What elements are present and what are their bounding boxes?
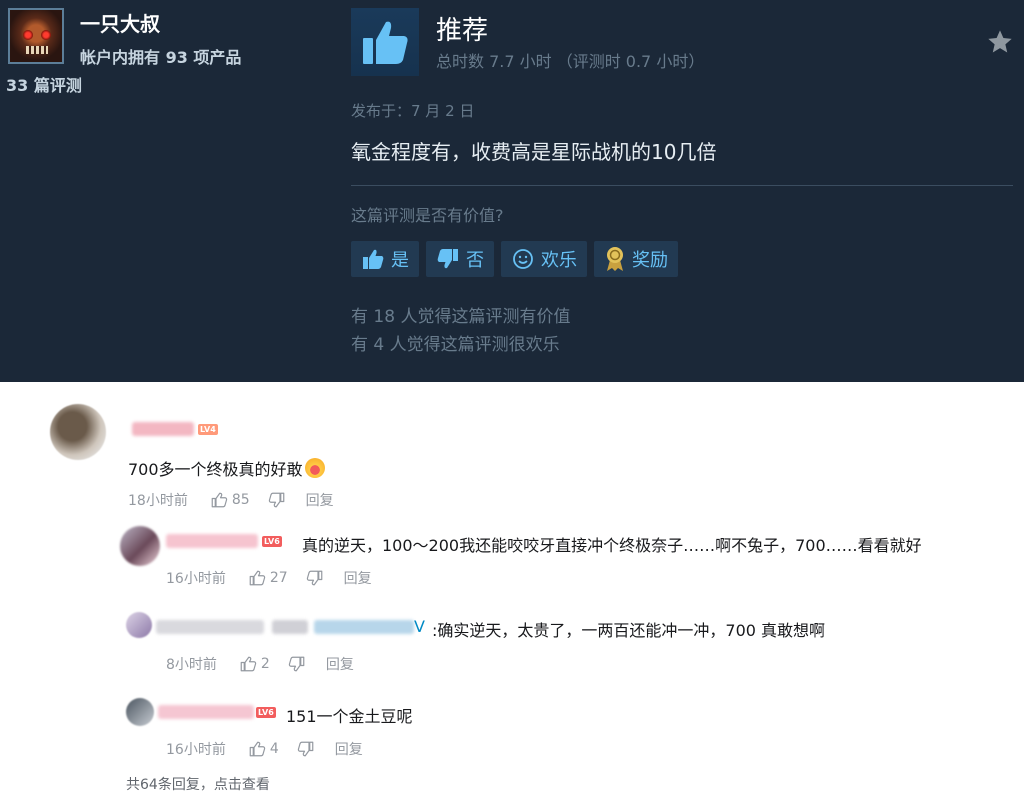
reply-time: 16小时前	[166, 742, 226, 758]
vote-no-button[interactable]: 否	[426, 241, 494, 277]
reply-to-blurred	[272, 620, 308, 634]
mention-suffix[interactable]: V	[414, 617, 425, 636]
like-icon	[249, 570, 266, 586]
vote-no-label: 否	[466, 250, 484, 271]
reply-text: 151一个金土豆呢	[286, 707, 413, 726]
reply-meta: 16小时前 27 回复	[166, 568, 372, 588]
reply-button[interactable]: 回复	[335, 739, 363, 759]
avatar[interactable]	[120, 526, 160, 566]
vote-funny-label: 欢乐	[541, 250, 577, 271]
divider	[351, 185, 1013, 186]
like-button[interactable]: 2	[239, 655, 270, 673]
playtime: 总时数 7.7 小时 （评测时 0.7 小时）	[436, 52, 705, 71]
reviewer-avatar[interactable]	[8, 8, 64, 64]
comment-time: 18小时前	[128, 493, 188, 509]
like-count: 4	[269, 741, 279, 757]
username-blurred[interactable]	[156, 620, 264, 634]
reply-button[interactable]: 回复	[306, 490, 334, 510]
view-more-replies-link[interactable]: 共64条回复，点击查看	[126, 774, 270, 794]
review-body: 氧金程度有，收费高是星际战机的10几倍	[351, 140, 717, 164]
helpful-count: 有 18 人觉得这篇评测有价值	[351, 307, 571, 327]
award-label: 奖励	[632, 250, 668, 271]
vote-yes-label: 是	[391, 250, 409, 271]
avatar[interactable]	[126, 698, 154, 726]
reply-button[interactable]: 回复	[326, 654, 354, 674]
award-button[interactable]: 奖励	[594, 241, 678, 277]
reply-text: 真的逆天，100～200我还能咬咬牙直接冲个终极奈子……啊不兔子，700……看看…	[302, 536, 922, 555]
mention-blurred[interactable]	[314, 620, 414, 634]
like-icon	[240, 656, 257, 672]
thumbs-down-icon	[437, 249, 458, 269]
like-button[interactable]: 85	[210, 491, 250, 509]
dislike-button[interactable]	[268, 491, 286, 509]
comment-section: LV4 700多一个终极真的好敢 18小时前 85 回复 LV6 真的逆天，10…	[0, 382, 1024, 798]
smiley-icon	[513, 249, 533, 269]
dislike-button[interactable]	[306, 569, 324, 587]
reviewer-name[interactable]: 一只大叔	[80, 8, 160, 37]
reply-button[interactable]: 回复	[344, 568, 372, 588]
emoji-icon	[304, 458, 325, 478]
posted-date: 发布于：7 月 2 日	[351, 102, 475, 120]
like-icon	[211, 492, 228, 508]
owned-products[interactable]: 帐户内拥有 93 项产品	[80, 44, 241, 68]
like-count: 85	[231, 492, 250, 508]
username-blurred[interactable]	[158, 705, 254, 719]
dislike-button[interactable]	[297, 740, 315, 758]
funny-count: 有 4 人觉得这篇评测很欢乐	[351, 335, 560, 355]
dislike-icon	[306, 570, 323, 586]
reply-meta: 8小时前 2 回复	[166, 654, 354, 674]
comment-meta: 18小时前 85 回复	[128, 490, 334, 510]
username-blurred[interactable]	[132, 422, 194, 436]
helpful-question: 这篇评测是否有价值?	[351, 206, 504, 225]
thumbs-up-icon	[363, 249, 384, 269]
reply-time: 16小时前	[166, 571, 226, 587]
dislike-button[interactable]	[288, 655, 306, 673]
vote-yes-button[interactable]: 是	[351, 241, 419, 277]
vote-funny-button[interactable]: 欢乐	[501, 241, 587, 277]
like-button[interactable]: 4	[248, 740, 279, 758]
like-icon	[249, 741, 266, 757]
reply-time: 8小时前	[166, 657, 217, 673]
thumbs-up-icon	[351, 8, 419, 76]
like-count: 27	[269, 570, 288, 586]
steam-review-panel: 一只大叔 帐户内拥有 93 项产品 33 篇评测 推荐 总时数 7.7 小时 （…	[0, 0, 1024, 382]
like-button[interactable]: 27	[248, 569, 288, 587]
comment-text: 700多一个终极真的好敢	[128, 456, 325, 480]
review-verdict: 推荐	[436, 16, 489, 46]
username-blurred[interactable]	[166, 534, 258, 548]
reply-meta: 16小时前 4 回复	[166, 739, 363, 759]
avatar[interactable]	[126, 612, 152, 638]
dislike-icon	[297, 741, 314, 757]
like-count: 2	[260, 656, 270, 672]
award-ribbon-icon	[607, 247, 623, 271]
level-badge: LV6	[256, 707, 276, 718]
review-count[interactable]: 33 篇评测	[6, 72, 82, 96]
vote-buttons: 是 否 欢乐 奖励	[351, 241, 678, 277]
level-badge: LV4	[198, 424, 218, 435]
reply-text: :确实逆天，太贵了，一两百还能冲一冲，700 真敢想啊	[432, 621, 826, 640]
star-icon[interactable]	[986, 28, 1014, 56]
level-badge: LV6	[262, 536, 282, 547]
avatar[interactable]	[50, 404, 106, 460]
dislike-icon	[268, 492, 285, 508]
dislike-icon	[288, 656, 305, 672]
